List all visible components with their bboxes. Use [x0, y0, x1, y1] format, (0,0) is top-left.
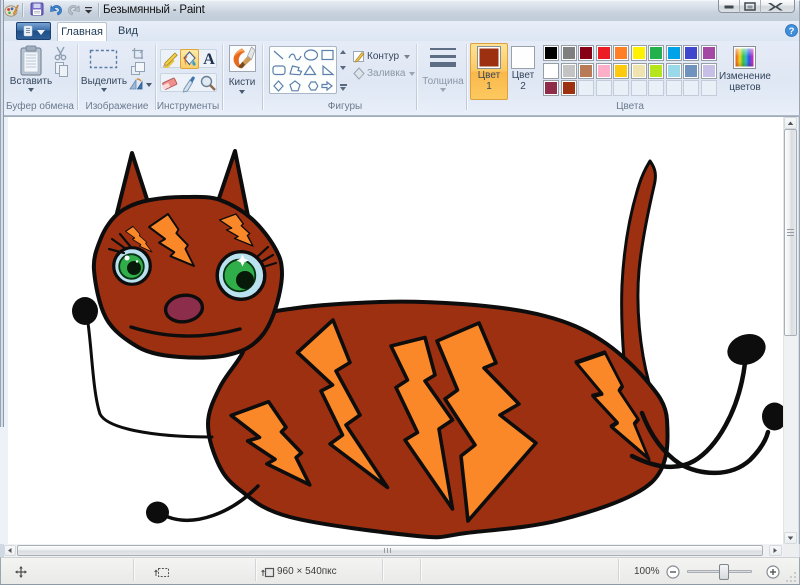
svg-text:?: ? — [789, 26, 795, 37]
